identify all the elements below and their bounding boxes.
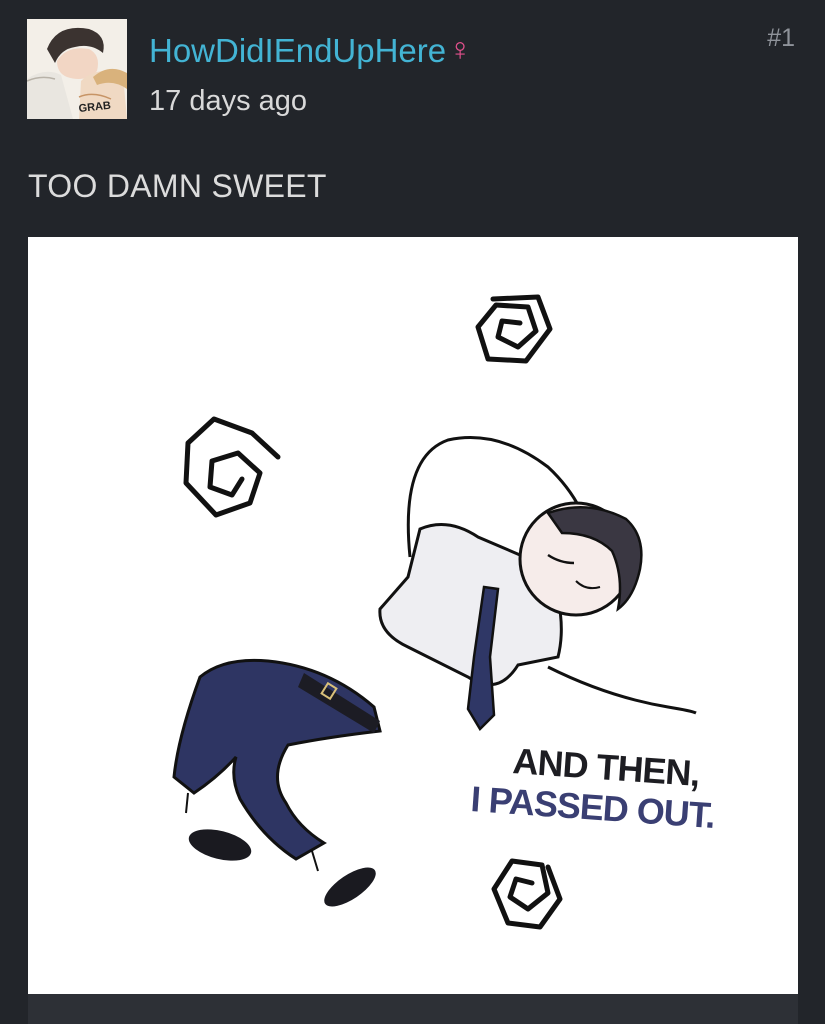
attached-image[interactable]: AND THEN, I PASSED OUT. [28,237,798,994]
user-avatar[interactable]: GRAB [27,19,127,119]
female-gender-icon: ♀ [448,31,473,67]
avatar-illustration: GRAB [27,19,127,119]
post-number[interactable]: #1 [767,24,795,53]
next-post-edge [28,994,798,1024]
post-text: TOO DAMN SWEET [28,168,327,204]
comment-post: GRAB HowDidIEndUpHere♀ 17 days ago #1 TO… [0,0,825,1024]
post-timestamp: 17 days ago [149,85,308,117]
author-username[interactable]: HowDidIEndUpHere♀ [149,31,472,70]
comic-panel: AND THEN, I PASSED OUT. [28,237,798,994]
author-name[interactable]: HowDidIEndUpHere [149,32,446,69]
